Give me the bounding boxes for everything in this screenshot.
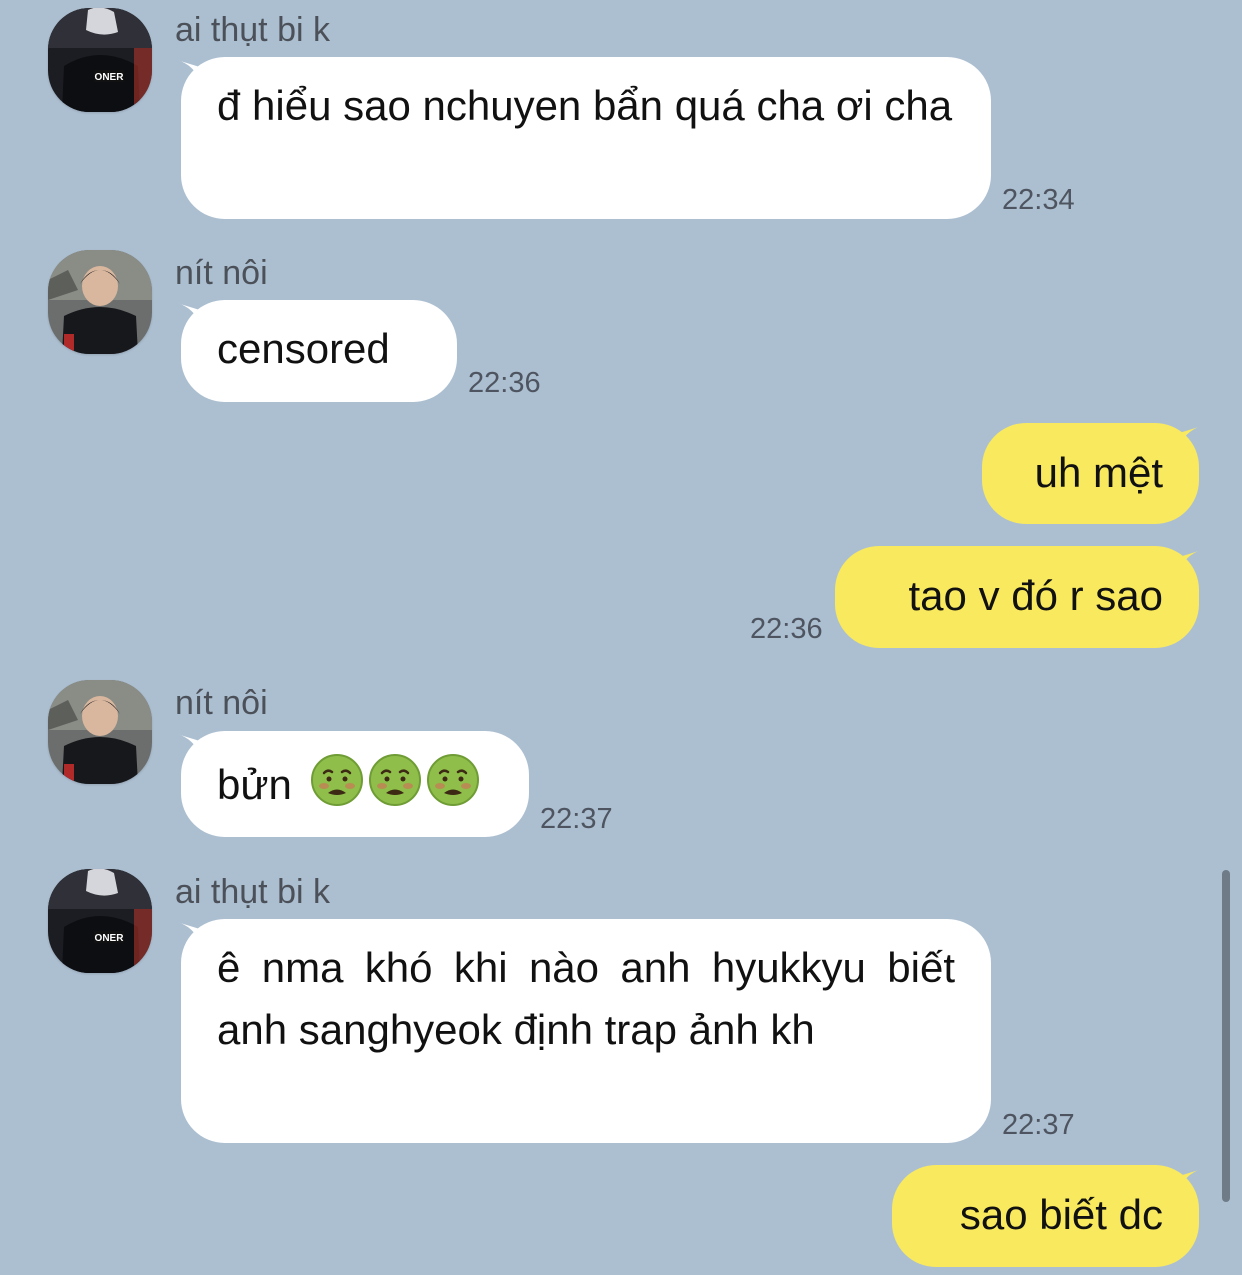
message-text: đ hiểu sao nchuyen bẩn quá cha ơi cha — [217, 82, 953, 129]
message-bubble[interactable]: bửn — [181, 731, 529, 837]
avatar-oner-icon[interactable]: ONER — [48, 8, 152, 112]
nauseated-face-icon — [310, 754, 363, 806]
message-text: tao v đó r sao — [908, 572, 1163, 619]
message-bubble[interactable]: đ hiểu sao nchuyen bẩn quá cha ơi cha — [181, 57, 991, 219]
avatar-oner-icon[interactable]: ONER — [48, 869, 152, 973]
sender-name: ai thụt bi k — [175, 873, 330, 911]
chat-view[interactable]: ONER ai thụt bi k đ hiểu sao nchuyen bẩn… — [0, 0, 1242, 1275]
emoji-row — [292, 754, 480, 808]
message-time: 22:34 — [1002, 184, 1075, 216]
message-bubble[interactable]: censored — [181, 300, 457, 402]
svg-text:ONER: ONER — [95, 72, 125, 83]
message-text: bửn — [217, 761, 292, 808]
message-time: 22:37 — [1002, 1109, 1075, 1141]
message-text: ê nma khó khi nào anh hyukkyu biết anh s… — [217, 944, 955, 1053]
message-text: uh mệt — [1034, 449, 1163, 496]
message-bubble[interactable]: sao biết dc — [892, 1165, 1199, 1267]
message-time: 22:36 — [750, 613, 823, 645]
message-bubble[interactable]: ê nma khó khi nào anh hyukkyu biết anh s… — [181, 919, 991, 1143]
svg-text:ONER: ONER — [95, 933, 125, 944]
avatar-faker-icon[interactable] — [48, 680, 152, 784]
message-text: sao biết dc — [959, 1191, 1163, 1238]
message-bubble[interactable]: uh mệt — [982, 423, 1199, 524]
message-time: 22:36 — [468, 367, 541, 399]
nauseated-face-icon — [368, 754, 421, 806]
sender-name: nít nôi — [175, 254, 268, 292]
scrollbar[interactable] — [1222, 870, 1230, 1202]
avatar-faker-icon[interactable] — [48, 250, 152, 354]
message-text: censored — [217, 325, 390, 372]
sender-name: ai thụt bi k — [175, 11, 330, 49]
message-time: 22:37 — [540, 803, 613, 835]
sender-name: nít nôi — [175, 684, 268, 722]
nauseated-face-icon — [426, 754, 479, 806]
message-bubble[interactable]: tao v đó r sao — [835, 546, 1199, 648]
